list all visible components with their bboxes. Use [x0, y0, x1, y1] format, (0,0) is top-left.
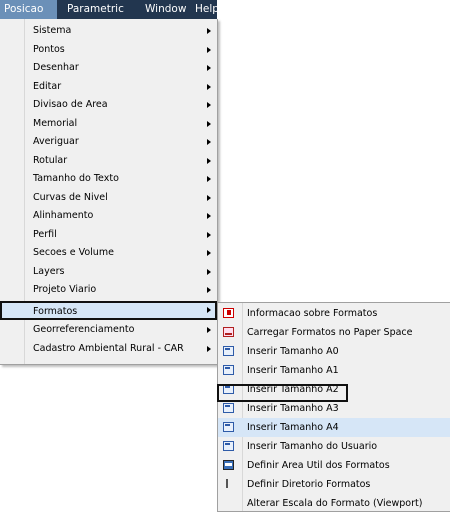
submenu-item-carregar-formatos[interactable]: Carregar Formatos no Paper Space: [218, 323, 450, 342]
submenu-arrow-icon: [207, 345, 211, 352]
submenu-item-label: Carregar Formatos no Paper Space: [247, 327, 413, 338]
submenu-item-label: Inserir Tamanho A0: [247, 346, 339, 357]
submenu-item-label: Inserir Tamanho A4: [247, 422, 339, 433]
submenu-arrow-icon: [207, 213, 211, 219]
submenu-arrow-icon: [207, 102, 211, 108]
menu-item-projeto-viario[interactable]: Projeto Viario: [0, 281, 217, 300]
submenu-arrow-icon: [207, 268, 211, 275]
menu-item-secoes-e-volume[interactable]: Secoes e Volume: [0, 244, 217, 263]
menu-item-georreferenciamento[interactable]: Georreferenciamento: [0, 321, 217, 340]
a4-icon: [223, 422, 234, 432]
submenu-arrow-icon: [207, 120, 211, 127]
menu-item-label: Desenhar: [33, 62, 79, 73]
menubar-parametric[interactable]: Parametric: [57, 0, 143, 19]
menu-item-label: Projeto Viario: [33, 284, 97, 295]
a0-icon: [223, 346, 234, 356]
a3-icon: [223, 403, 234, 413]
submenu-item-inserir-a1[interactable]: Inserir Tamanho A1: [218, 361, 450, 380]
menu-item-curvas-de-nivel[interactable]: Curvas de Nivel: [0, 189, 217, 208]
submenu-arrow-icon: [207, 194, 211, 201]
menu-item-memorial[interactable]: Memorial: [0, 115, 217, 134]
menu-item-editar[interactable]: Editar: [0, 78, 217, 97]
submenu-item-inserir-tamanho-usuario[interactable]: Inserir Tamanho do Usuario: [218, 437, 450, 456]
menu-item-label: Layers: [33, 265, 65, 277]
menu-item-label: Perfil: [33, 228, 57, 240]
help-icon: [223, 308, 234, 318]
a1-icon: [223, 365, 234, 375]
menu-item-label: Secoes e Volume: [33, 247, 114, 258]
posicao-dropdown-menu: Sistema Pontos Desenhar Editar Divisao d…: [0, 19, 218, 365]
menu-item-label: Cadastro Ambiental Rural - CAR: [33, 342, 184, 354]
submenu-arrow-icon: [207, 250, 211, 256]
submenu-item-label: Inserir Tamanho A1: [247, 365, 339, 376]
menu-item-label: Formatos: [33, 306, 78, 317]
submenu-arrow-icon: [207, 83, 211, 90]
menu-item-alinhamento[interactable]: Alinhamento: [0, 207, 217, 226]
menu-item-desenhar[interactable]: Desenhar: [0, 59, 217, 78]
submenu-item-inserir-a4[interactable]: Inserir Tamanho A4: [218, 418, 450, 437]
submenu-arrow-icon: [207, 327, 211, 333]
submenu-arrow-icon: [207, 157, 211, 164]
menu-item-perfil[interactable]: Perfil: [0, 226, 217, 245]
menu-item-label: Memorial: [33, 117, 78, 129]
menu-item-layers[interactable]: Layers: [0, 263, 217, 282]
menu-item-formatos[interactable]: Formatos: [0, 301, 217, 320]
menu-item-label: Tamanho do Texto: [33, 173, 119, 184]
menu-item-label: Georreferenciamento: [33, 324, 135, 335]
menu-item-label: Pontos: [33, 43, 65, 55]
menu-item-label: Alinhamento: [33, 210, 94, 221]
formatos-submenu: Informacao sobre Formatos Carregar Forma…: [217, 302, 450, 512]
menu-item-pontos[interactable]: Pontos: [0, 41, 217, 60]
directory-icon: [223, 479, 234, 489]
submenu-item-label: Informacao sobre Formatos: [247, 308, 378, 319]
submenu-arrow-icon: [207, 231, 211, 238]
submenu-item-label: Inserir Tamanho do Usuario: [247, 441, 378, 452]
menu-item-label: Sistema: [33, 25, 72, 36]
submenu-item-definir-diretorio[interactable]: Definir Diretorio Formatos: [218, 475, 450, 494]
menubar-posicao[interactable]: Posicao: [0, 0, 57, 19]
menubar-help[interactable]: Help: [193, 0, 219, 19]
menu-item-divisao-de-area[interactable]: Divisao de Area: [0, 96, 217, 115]
submenu-arrow-icon: [207, 176, 211, 182]
menu-item-averiguar[interactable]: Averiguar: [0, 133, 217, 152]
submenu-arrow-icon: [207, 307, 211, 313]
menu-item-label: Curvas de Nivel: [33, 191, 108, 203]
submenu-item-definir-area-util[interactable]: Definir Area Util dos Formatos: [218, 456, 450, 475]
submenu-item-inserir-a3[interactable]: Inserir Tamanho A3: [218, 399, 450, 418]
menubar-window[interactable]: Window: [143, 0, 193, 19]
menu-item-sistema[interactable]: Sistema: [0, 22, 217, 41]
submenu-arrow-icon: [207, 139, 211, 145]
submenu-item-label: Definir Diretorio Formatos: [247, 479, 371, 490]
menu-item-rotular[interactable]: Rotular: [0, 152, 217, 171]
menu-item-label: Editar: [33, 80, 62, 92]
menu-item-tamanho-do-texto[interactable]: Tamanho do Texto: [0, 170, 217, 189]
submenu-item-inserir-a2[interactable]: Inserir Tamanho A2: [218, 380, 450, 399]
a2-icon: [223, 384, 234, 394]
submenu-item-alterar-escala[interactable]: Alterar Escala do Formato (Viewport): [218, 494, 450, 513]
submenu-arrow-icon: [207, 28, 211, 34]
submenu-item-label: Inserir Tamanho A2: [247, 384, 339, 395]
menu-item-cadastro-ambiental-rural-car[interactable]: Cadastro Ambiental Rural - CAR: [0, 340, 217, 359]
menu-item-label: Averiguar: [33, 136, 79, 147]
submenu-arrow-icon: [207, 287, 211, 293]
submenu-arrow-icon: [207, 65, 211, 71]
submenu-item-label: Inserir Tamanho A3: [247, 403, 339, 414]
menu-item-label: Divisao de Area: [33, 99, 108, 110]
area-icon: [223, 460, 234, 470]
submenu-item-label: Definir Area Util dos Formatos: [247, 460, 390, 471]
submenu-item-label: Alterar Escala do Formato (Viewport): [247, 498, 423, 509]
submenu-arrow-icon: [207, 46, 211, 53]
user-size-icon: [223, 441, 234, 451]
load-format-icon: [223, 327, 234, 337]
submenu-item-inserir-a0[interactable]: Inserir Tamanho A0: [218, 342, 450, 361]
menu-item-label: Rotular: [33, 154, 68, 166]
submenu-item-informacao-sobre-formatos[interactable]: Informacao sobre Formatos: [218, 304, 450, 323]
menu-bar: Posicao Parametric Window Help: [0, 0, 219, 19]
